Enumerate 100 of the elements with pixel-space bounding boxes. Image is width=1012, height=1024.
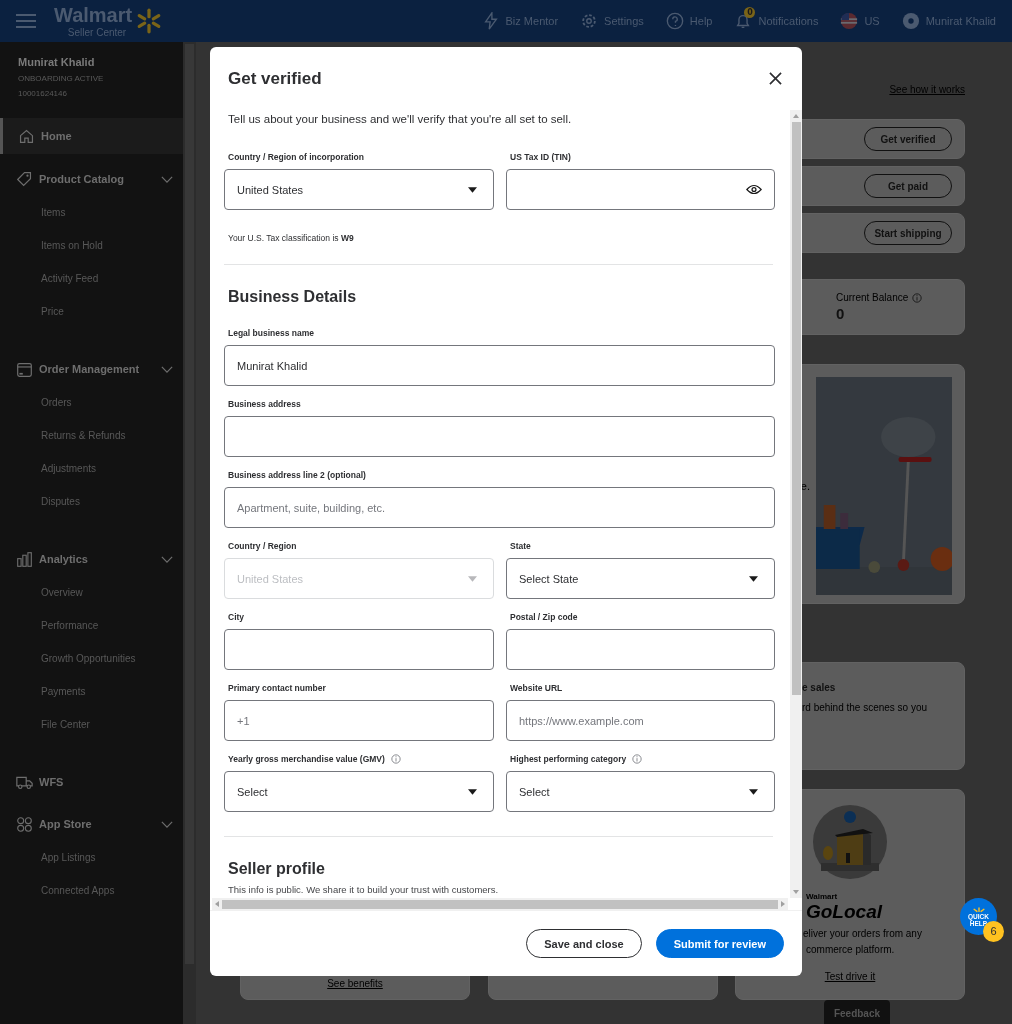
input-field[interactable]: Munirat Khalid	[224, 345, 775, 386]
input-field[interactable]: https://www.example.com	[506, 700, 775, 741]
balance-label: Current Balance	[836, 292, 909, 303]
info-icon[interactable]	[632, 754, 643, 764]
spark-icon	[136, 8, 163, 34]
sidebar-subitem[interactable]: Payments	[0, 675, 183, 708]
input-field[interactable]: Apartment, suite, building, etc.	[224, 487, 775, 528]
sidebar-subitem[interactable]: Items	[0, 196, 183, 229]
field-label: Highest performing category	[510, 754, 627, 764]
caret-icon	[468, 575, 477, 582]
menu-icon[interactable]	[16, 13, 36, 29]
caret-icon	[468, 788, 477, 795]
caret-icon	[468, 186, 477, 193]
select-field[interactable]: Select	[224, 771, 494, 812]
logo-subtitle: Seller Center	[67, 27, 127, 38]
eye-icon[interactable]	[746, 184, 762, 195]
spark-icon	[971, 906, 986, 913]
brand-wordmark: GoLocal	[806, 901, 882, 923]
sidebar-subitem[interactable]: Price	[0, 295, 183, 328]
sidebar-subitem[interactable]: Orders	[0, 386, 183, 419]
brand-label: Walmart	[806, 892, 839, 901]
section-heading: Business Details	[228, 287, 358, 307]
scrollbar[interactable]	[183, 42, 196, 1024]
account-name: Munirat Khalid	[18, 56, 96, 68]
card-text: eliver your orders from any	[802, 928, 922, 939]
field-label: State	[510, 541, 531, 551]
select-field[interactable]: Select State	[506, 558, 775, 599]
submit-button[interactable]: Submit for review	[655, 929, 784, 958]
input-field[interactable]	[506, 629, 775, 670]
account-id: 10001624146	[18, 89, 68, 98]
settings-icon	[580, 12, 599, 30]
sidebar-item[interactable]: Product Catalog	[0, 162, 183, 196]
sidebar-subitem[interactable]: Performance	[0, 609, 183, 642]
horizontal-scrollbar[interactable]	[212, 898, 788, 910]
sidebar-item[interactable]: App Store	[0, 807, 183, 841]
field-label: Legal business name	[228, 328, 314, 338]
sidebar-subitem[interactable]: Disputes	[0, 485, 183, 518]
sidebar-subitem[interactable]: File Center	[0, 708, 183, 741]
field-label: Business address	[228, 399, 301, 409]
field-label: Country / Region	[228, 541, 297, 551]
sidebar-subitem[interactable]: Growth Opportunities	[0, 642, 183, 675]
section-description: This info is public. We share it to build your trust with customers.	[228, 883, 500, 897]
field-label: Primary contact number	[228, 683, 326, 693]
nav-link[interactable]: Settings	[604, 15, 644, 27]
close-icon[interactable]	[769, 72, 782, 85]
nav-link[interactable]: Biz Mentor	[505, 15, 559, 27]
caret-icon	[749, 788, 758, 795]
field-label: Website URL	[510, 683, 563, 693]
vertical-scrollbar[interactable]	[790, 110, 802, 898]
field-label: Yearly gross merchandise value (GMV)	[228, 754, 385, 764]
caret-icon	[749, 575, 758, 582]
nav-link[interactable]: Notifications	[758, 15, 819, 27]
help-icon	[665, 12, 684, 30]
input-field[interactable]	[224, 416, 775, 457]
dialog-title: Get verified	[228, 68, 322, 89]
sidebar-subitem[interactable]: Activity Feed	[0, 262, 183, 295]
nav-link[interactable]: US	[864, 15, 880, 27]
info-icon[interactable]	[912, 292, 923, 303]
input-field[interactable]	[224, 629, 494, 670]
input-field[interactable]: +1	[224, 700, 494, 741]
sidebar-subitem[interactable]: Returns & Refunds	[0, 419, 183, 452]
feedback-button[interactable]: Feedback	[824, 1000, 890, 1024]
select-field[interactable]: Select	[506, 771, 775, 812]
intro-text: Tell us about your business and we'll verify that you're all set to sell.	[228, 112, 573, 127]
select-field[interactable]: United States	[224, 169, 494, 210]
sidebar-item[interactable]: Home	[0, 118, 183, 154]
sidebar-subitem[interactable]: Overview	[0, 576, 183, 609]
lightning-icon	[481, 12, 500, 30]
account-status: ONBOARDING ACTIVE	[18, 74, 105, 83]
sidebar-item[interactable]: WFS	[0, 765, 183, 799]
section-heading: Seller profile	[228, 859, 326, 879]
sidebar-subitem[interactable]: Adjustments	[0, 452, 183, 485]
calendar-icon	[16, 360, 33, 378]
save-button[interactable]: Save and close	[526, 929, 642, 958]
notification-badge: 0	[744, 7, 756, 18]
home-icon	[18, 127, 35, 145]
see-benefits-link[interactable]: See benefits	[327, 978, 383, 989]
apps-icon	[16, 815, 33, 833]
field-label: Business address line 2 (optional)	[228, 470, 366, 480]
tax-classification-note: Your U.S. Tax classification is W9	[228, 232, 355, 244]
sidebar-item[interactable]: Analytics	[0, 542, 183, 576]
field-label: City	[228, 612, 245, 622]
nav-link[interactable]: Munirat Khalid	[925, 15, 996, 27]
avatar-icon	[901, 12, 920, 30]
bar-chart-icon	[16, 550, 33, 568]
nav-link[interactable]: Help	[689, 15, 713, 27]
sidebar-item[interactable]: Order Management	[0, 352, 183, 386]
card-text: rd behind the scenes so you	[802, 702, 929, 713]
password-field[interactable]	[506, 169, 775, 210]
info-icon[interactable]	[390, 754, 401, 764]
card-title: e sales	[802, 682, 837, 693]
flag-icon	[840, 12, 859, 30]
field-label: US Tax ID (TIN)	[510, 152, 571, 162]
sidebar-subitem[interactable]: Items on Hold	[0, 229, 183, 262]
field-label: Country / Region of incorporation	[228, 152, 364, 162]
sidebar-subitem[interactable]: Connected Apps	[0, 874, 183, 907]
sidebar-subitem[interactable]: App Listings	[0, 841, 183, 874]
logo-wordmark: Walmart	[54, 4, 133, 27]
tag-icon	[16, 170, 33, 188]
test-drive-link[interactable]: Test drive it	[824, 971, 876, 982]
